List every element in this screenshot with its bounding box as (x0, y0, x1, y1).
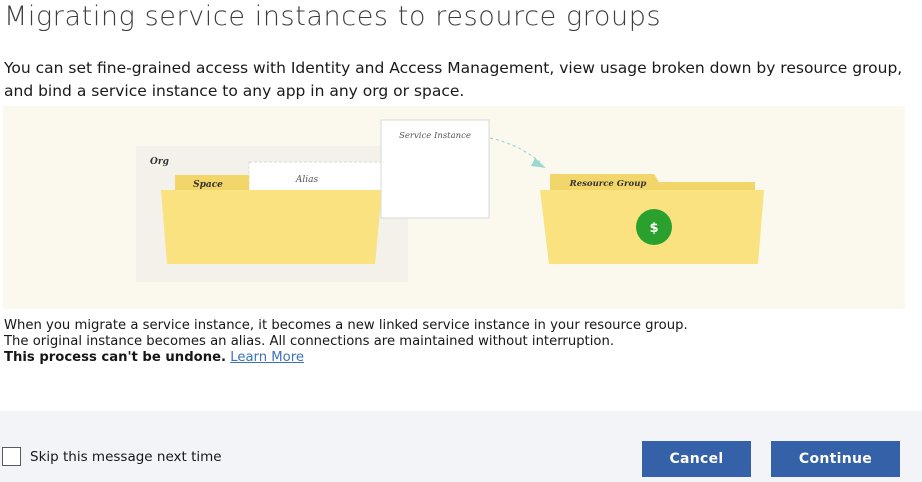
description-line-2: The original instance becomes an alias. … (4, 334, 615, 349)
cancel-button[interactable]: Cancel (642, 441, 751, 477)
undo-warning: This process can't be undone. (4, 350, 227, 365)
space-label: Space (193, 180, 223, 190)
warning-line: This process can't be undone. Learn More (4, 350, 919, 366)
migration-diagram: Org Alias Space Service Instance Resourc… (136, 119, 764, 282)
service-instance-label: Service Instance (399, 131, 471, 141)
migration-description: When you migrate a service instance, it … (4, 318, 919, 366)
migration-illustration: Org Alias Space Service Instance Resourc… (3, 106, 905, 309)
intro-text: You can set fine-grained access with Ide… (4, 59, 903, 100)
dialog-footer: Skip this message next time Cancel Conti… (0, 411, 922, 482)
continue-button[interactable]: Continue (771, 441, 900, 477)
skip-message-option[interactable]: Skip this message next time (2, 447, 222, 466)
resource-group-folder-back (654, 174, 755, 191)
dialog-title: Migrating service instances to resource … (4, 1, 662, 32)
description-line-1: When you migrate a service instance, it … (4, 318, 688, 333)
dollar-sign: $ (649, 221, 658, 236)
learn-more-link[interactable]: Learn More (230, 350, 304, 365)
skip-message-checkbox[interactable] (2, 447, 21, 466)
arrow-head-icon (531, 158, 546, 168)
alias-label: Alias (295, 175, 319, 185)
space-folder-icon (161, 190, 382, 264)
org-label: Org (150, 157, 169, 167)
resource-group-label: Resource Group (569, 179, 647, 189)
migration-arrow (489, 137, 541, 163)
skip-message-label: Skip this message next time (30, 448, 222, 465)
